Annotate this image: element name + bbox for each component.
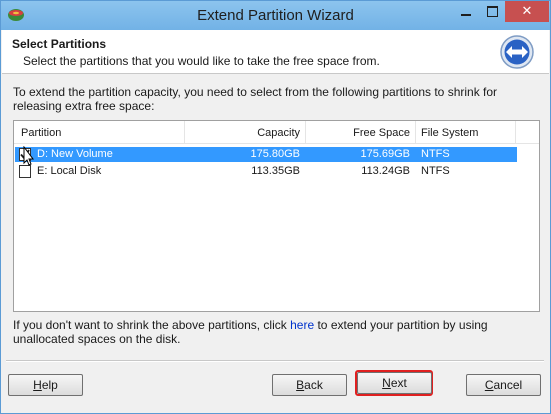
table-row[interactable]: E: Local Disk 113.35GB 113.24GB NTFS: [15, 164, 517, 179]
minimize-button[interactable]: [453, 1, 479, 22]
button-divider: [6, 360, 544, 362]
free-space-value: 113.24GB: [361, 165, 410, 177]
here-link[interactable]: here: [290, 318, 314, 332]
cancel-label: ancel: [493, 378, 523, 392]
column-divider[interactable]: [415, 121, 416, 143]
footnote-text: If you don't want to shrink the above pa…: [13, 318, 541, 346]
column-capacity[interactable]: Capacity: [185, 127, 300, 139]
column-file-system[interactable]: File System: [421, 127, 478, 139]
help-accel: H: [33, 378, 42, 392]
back-accel: B: [296, 378, 305, 392]
list-header: Partition Capacity Free Space File Syste…: [14, 121, 539, 144]
free-space-value: 175.69GB: [360, 148, 410, 160]
partition-name: D: New Volume: [37, 148, 113, 160]
capacity-value: 113.35GB: [251, 165, 300, 177]
back-button[interactable]: Back: [272, 374, 347, 396]
header-subtitle: Select the partitions that you would lik…: [23, 54, 380, 68]
maximize-button[interactable]: [479, 1, 505, 22]
file-system-value: NTFS: [421, 165, 450, 177]
extend-arrows-icon: [500, 35, 534, 69]
partition-list[interactable]: Partition Capacity Free Space File Syste…: [13, 120, 540, 312]
file-system-value: NTFS: [421, 148, 450, 160]
help-button[interactable]: Help: [8, 374, 83, 396]
wizard-window: Extend Partition Wizard ✕ Select Partiti…: [0, 0, 551, 414]
partition-name: E: Local Disk: [37, 165, 102, 177]
wizard-header: Select Partitions Select the partitions …: [2, 30, 549, 74]
cancel-button[interactable]: Cancel: [466, 374, 541, 396]
capacity-value: 175.80GB: [250, 148, 300, 160]
table-row[interactable]: D: New Volume 175.80GB 175.69GB NTFS: [15, 147, 517, 162]
next-label: ext: [390, 376, 407, 390]
header-title: Select Partitions: [12, 37, 107, 51]
back-label: ack: [304, 378, 323, 392]
column-divider[interactable]: [515, 121, 516, 143]
next-accel: N: [382, 376, 391, 390]
next-button[interactable]: Next: [357, 372, 432, 394]
column-free-space[interactable]: Free Space: [306, 127, 410, 139]
footnote-before: If you don't want to shrink the above pa…: [13, 318, 291, 332]
column-partition[interactable]: Partition: [21, 127, 61, 139]
close-button[interactable]: ✕: [505, 1, 549, 22]
instructions-text: To extend the partition capacity, you ne…: [13, 85, 498, 113]
title-bar[interactable]: Extend Partition Wizard ✕: [1, 1, 550, 30]
mouse-pointer-icon: [23, 146, 34, 166]
help-label: elp: [41, 378, 58, 392]
